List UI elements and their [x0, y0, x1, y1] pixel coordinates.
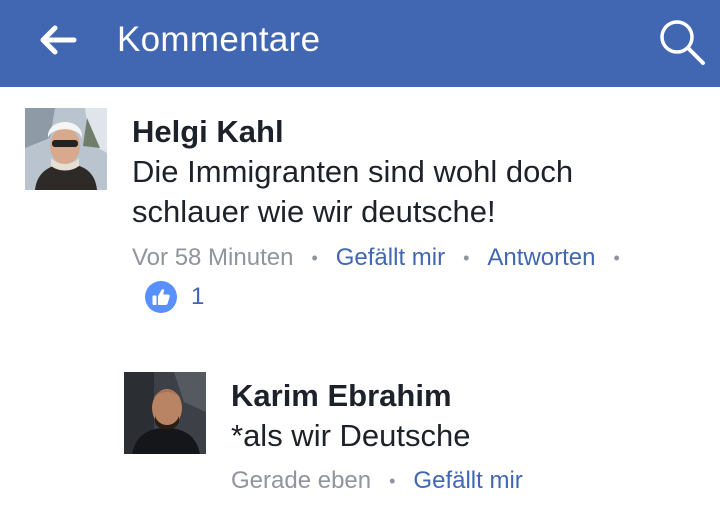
comment-meta: Gerade eben • Gefällt mir [231, 466, 523, 496]
page-title: Kommentare [117, 20, 321, 59]
avatar-photo-icon [124, 372, 206, 454]
app-bar: Kommentare [0, 0, 720, 87]
avatar[interactable] [25, 108, 107, 190]
avatar-photo-icon [25, 108, 107, 190]
separator-dot: • [613, 248, 620, 268]
comment-author[interactable]: Karim Ebrahim [231, 378, 452, 414]
comment-timestamp: Vor 58 Minuten [132, 244, 294, 271]
separator-dot: • [311, 248, 318, 268]
separator-dot: • [463, 248, 470, 268]
arrow-left-icon [40, 25, 77, 55]
like-link[interactable]: Gefällt mir [413, 466, 522, 496]
search-button[interactable] [652, 12, 712, 72]
reaction-count: 1 [191, 283, 205, 310]
thumbs-up-icon [145, 281, 177, 313]
reply-link[interactable]: Antworten [487, 243, 595, 273]
search-icon [660, 20, 705, 65]
comment-author[interactable]: Helgi Kahl [132, 114, 284, 150]
separator-dot: • [389, 471, 396, 491]
comment-text: Die Immigranten sind wohl doch schlauer … [132, 154, 574, 229]
comment-meta: Vor 58 Minuten • Gefällt mir • Antworten… [132, 243, 638, 273]
reaction-summary[interactable]: 1 [145, 281, 204, 313]
comment-timestamp: Gerade eben [231, 467, 372, 494]
like-link[interactable]: Gefällt mir [336, 243, 445, 273]
back-button[interactable] [36, 20, 80, 60]
avatar[interactable] [124, 372, 206, 454]
comment-text: *als wir Deutsche [231, 418, 471, 453]
